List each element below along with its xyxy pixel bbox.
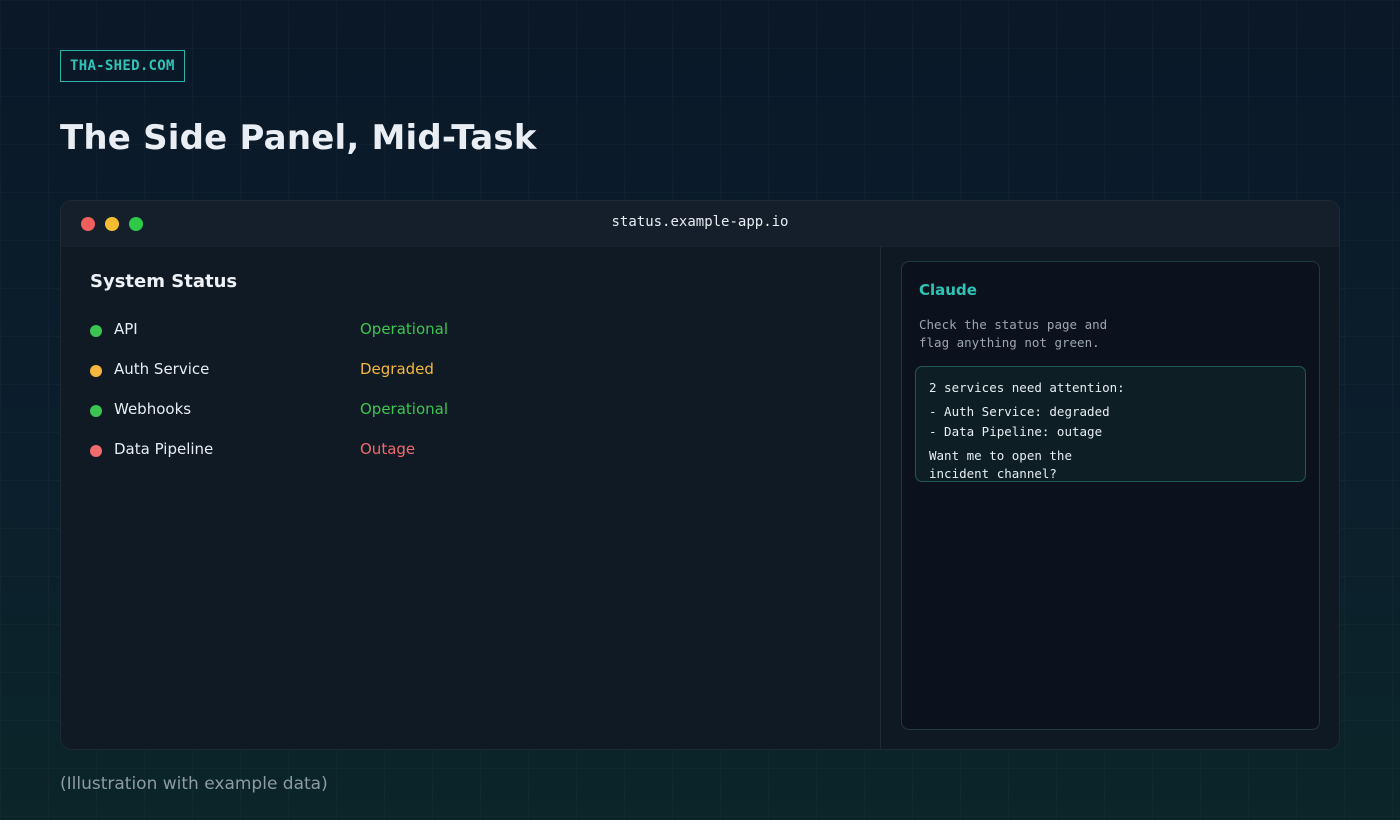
status-page: System Status API Operational Auth Servi…	[61, 247, 881, 749]
user-message: Check the status page and flag anything …	[919, 317, 1108, 350]
browser-content: System Status API Operational Auth Servi…	[61, 247, 1339, 749]
assistant-chat-card: Claude Check the status page and flag an…	[901, 261, 1320, 730]
reply-item: - Auth Service: degraded	[929, 404, 1110, 419]
service-row-auth-service: Auth Service Degraded	[90, 359, 850, 383]
service-name: API	[114, 320, 138, 338]
status-dot-icon	[90, 405, 102, 417]
service-name: Data Pipeline	[114, 440, 214, 458]
status-dot-icon	[90, 325, 102, 337]
assistant-side-panel: Claude Check the status page and flag an…	[881, 247, 1339, 749]
service-status: Operational	[360, 400, 449, 418]
address-bar-url[interactable]: status.example-app.io	[61, 214, 1339, 230]
service-name: Webhooks	[114, 400, 192, 418]
status-dot-icon	[90, 445, 102, 457]
status-dot-icon	[90, 365, 102, 377]
service-row-data-pipeline: Data Pipeline Outage	[90, 439, 850, 463]
status-page-heading: System Status	[90, 271, 238, 292]
assistant-reply: 2 services need attention: - Auth Servic…	[915, 366, 1306, 482]
service-status: Degraded	[360, 360, 434, 378]
service-name: Auth Service	[114, 360, 210, 378]
brand-badge: THA-SHED.COM	[60, 50, 185, 82]
assistant-name: Claude	[919, 281, 977, 299]
service-status: Operational	[360, 320, 449, 338]
service-row-webhooks: Webhooks Operational	[90, 399, 850, 423]
reply-item: - Data Pipeline: outage	[929, 424, 1103, 439]
reply-summary: 2 services need attention:	[929, 380, 1125, 395]
illustration-caption: (Illustration with example data)	[60, 774, 328, 794]
service-row-api: API Operational	[90, 319, 850, 343]
browser-titlebar: status.example-app.io	[61, 201, 1339, 247]
page-headline: The Side Panel, Mid-Task	[60, 118, 537, 158]
reply-question: Want me to open the incident channel?	[929, 448, 1072, 481]
browser-window: status.example-app.io System Status API …	[60, 200, 1340, 750]
service-status: Outage	[360, 440, 416, 458]
